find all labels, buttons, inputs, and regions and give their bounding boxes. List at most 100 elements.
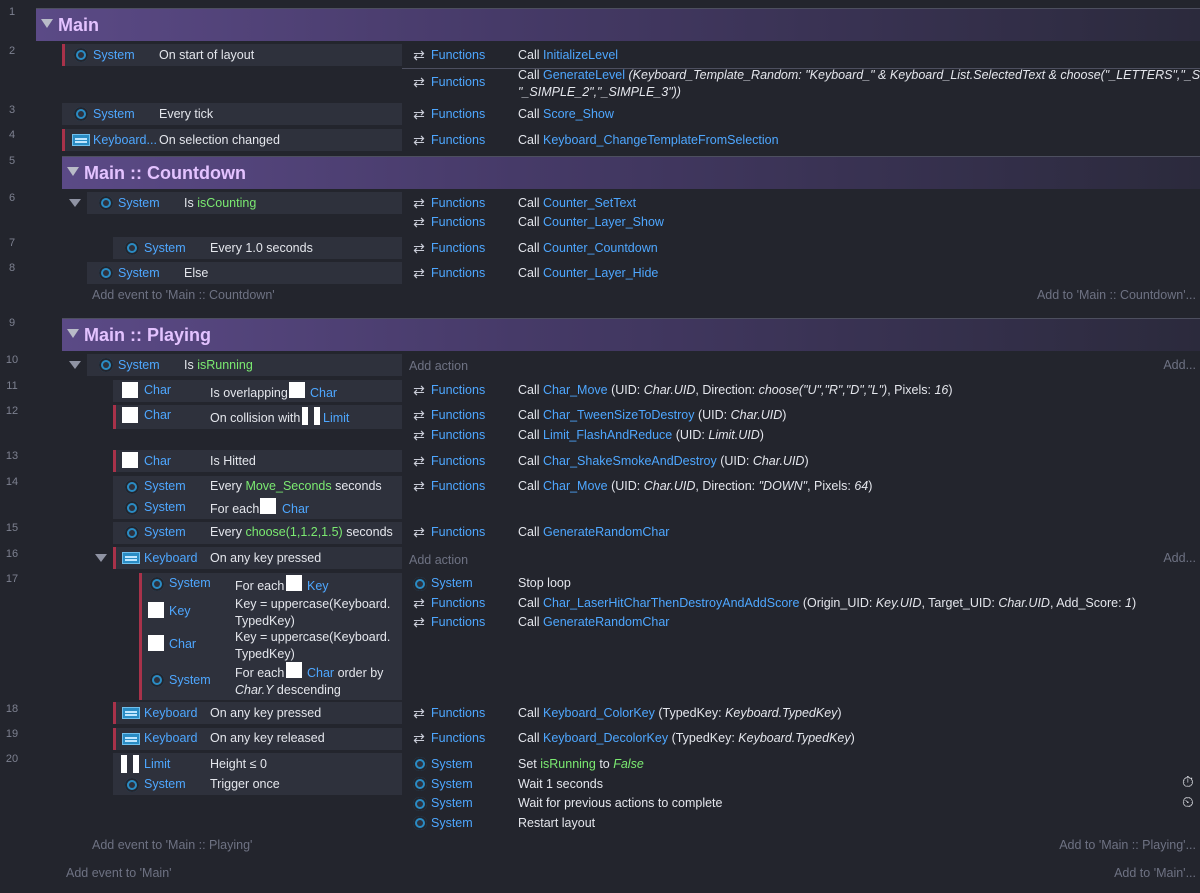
add-event-link[interactable]: Add event to 'Main :: Countdown' <box>92 288 275 302</box>
condition-text: Is Hitted <box>210 454 256 468</box>
collapse-arrow-icon[interactable] <box>67 329 79 338</box>
object-name: System <box>431 816 473 830</box>
keyboard-icon <box>122 707 140 719</box>
collapse-arrow-icon[interactable] <box>41 19 53 28</box>
action-text[interactable]: Call Counter_SetText <box>518 196 636 210</box>
line-number: 2 <box>8 45 16 57</box>
object-name: System <box>144 777 186 791</box>
object-name: Key <box>307 579 329 593</box>
object-name: Functions <box>431 454 486 468</box>
object-name: System <box>118 196 160 210</box>
object-name: Functions <box>431 615 486 629</box>
gear-icon <box>74 48 88 62</box>
add-event-link[interactable]: Add event to 'Main :: Playing' <box>92 838 252 852</box>
add-action-link[interactable]: Add action <box>409 359 468 373</box>
action-text[interactable]: Call Limit_FlashAndReduce (UID: Limit.UI… <box>518 428 764 442</box>
gear-icon <box>413 777 427 791</box>
add-action-link[interactable]: Add action <box>409 553 468 567</box>
condition-text: Char order by <box>307 666 384 680</box>
add-to-group-link[interactable]: Add to 'Main :: Playing'... <box>1059 838 1196 852</box>
refresh-arrows-icon: ⇄ <box>413 478 425 494</box>
collapse-arrow-icon[interactable] <box>69 361 81 369</box>
keyboard-icon <box>122 733 140 745</box>
line-number: 18 <box>5 703 19 715</box>
action-text[interactable]: Call Keyboard_DecolorKey (TypedKey: Keyb… <box>518 731 855 745</box>
action-text[interactable]: Call GenerateLevel (Keyboard_Template_Ra… <box>518 68 1200 82</box>
condition-text-cont: Char.Y descending <box>235 683 341 697</box>
action-text[interactable]: Stop loop <box>518 576 571 590</box>
object-name: System <box>169 576 211 590</box>
action-text[interactable]: Call Score_Show <box>518 107 614 121</box>
line-number: 3 <box>8 104 16 116</box>
add-link[interactable]: Add... <box>1163 358 1196 372</box>
condition-text: Every 1.0 seconds <box>210 241 313 255</box>
condition-text: Is isCounting <box>184 196 257 210</box>
action-text[interactable]: Wait for previous actions to complete <box>518 796 723 810</box>
action-text[interactable]: Restart layout <box>518 816 595 830</box>
collapse-arrow-icon[interactable] <box>67 167 79 176</box>
condition-text: On collision with <box>210 411 301 425</box>
condition-text: For each <box>210 502 260 516</box>
object-name: Limit <box>323 411 350 425</box>
action-text[interactable]: Call Char_LaserHitCharThenDestroyAndAddS… <box>518 596 1136 610</box>
action-text[interactable]: Call GenerateRandomChar <box>518 615 669 629</box>
line-number: 12 <box>5 405 19 417</box>
sprite-icon <box>286 575 302 591</box>
sprite-icon <box>121 755 127 773</box>
refresh-arrows-icon: ⇄ <box>413 595 425 611</box>
group-header-main[interactable]: Main <box>36 8 1200 41</box>
collapse-arrow-icon[interactable] <box>95 554 107 562</box>
action-text[interactable]: Call GenerateRandomChar <box>518 525 669 539</box>
add-link[interactable]: Add... <box>1163 551 1196 565</box>
object-name: System <box>144 241 186 255</box>
gear-icon <box>413 816 427 830</box>
sprite-icon <box>314 407 320 425</box>
gear-icon <box>125 501 139 515</box>
action-text[interactable]: Call Char_Move (UID: Char.UID, Direction… <box>518 479 872 493</box>
action-text[interactable]: Call Char_ShakeSmokeAndDestroy (UID: Cha… <box>518 454 809 468</box>
object-name: Functions <box>431 479 486 493</box>
action-text[interactable]: Call Char_Move (UID: Char.UID, Direction… <box>518 383 953 397</box>
line-number: 7 <box>8 237 16 249</box>
action-text[interactable]: Set isRunning to False <box>518 757 644 771</box>
action-text-cont: "_SIMPLE_2","_SIMPLE_3")) <box>518 85 681 99</box>
action-text[interactable]: Call Counter_Layer_Show <box>518 215 664 229</box>
condition-text: Every Move_Seconds seconds <box>210 479 382 493</box>
group-title: Main :: Countdown <box>84 163 246 183</box>
action-text[interactable]: Call Counter_Layer_Hide <box>518 266 658 280</box>
gear-icon <box>413 577 427 591</box>
collapse-arrow-icon[interactable] <box>69 199 81 207</box>
action-text[interactable]: Call Counter_Countdown <box>518 241 658 255</box>
action-text[interactable]: Call Char_TweenSizeToDestroy (UID: Char.… <box>518 408 786 422</box>
action-text[interactable]: Wait 1 seconds <box>518 777 603 791</box>
keyboard-icon <box>72 134 90 146</box>
refresh-arrows-icon: ⇄ <box>413 47 425 63</box>
object-name: System <box>93 48 135 62</box>
line-number: 20 <box>5 753 19 765</box>
add-to-group-link[interactable]: Add to 'Main :: Countdown'... <box>1037 288 1196 302</box>
object-name: Functions <box>431 241 486 255</box>
object-name: Functions <box>431 133 486 147</box>
condition-text: Else <box>184 266 209 280</box>
sprite-icon <box>302 407 308 425</box>
line-number: 5 <box>8 155 16 167</box>
gear-icon <box>74 107 88 121</box>
group-header-playing[interactable]: Main :: Playing <box>62 318 1200 351</box>
object-name: Functions <box>431 525 486 539</box>
line-number: 4 <box>8 129 16 141</box>
condition-text: Is overlapping <box>210 386 288 400</box>
condition-text: Trigger once <box>210 777 280 791</box>
stopwatch-icon: ⏱ <box>1182 774 1194 791</box>
action-text[interactable]: Call InitializeLevel <box>518 48 618 62</box>
refresh-arrows-icon: ⇄ <box>413 614 425 630</box>
group-header-countdown[interactable]: Main :: Countdown <box>62 156 1200 189</box>
condition-text: On selection changed <box>159 133 280 147</box>
condition-text-cont: TypedKey) <box>235 614 295 628</box>
add-event-link[interactable]: Add event to 'Main' <box>66 866 172 880</box>
object-name: Functions <box>431 75 486 89</box>
add-to-group-link[interactable]: Add to 'Main'... <box>1114 866 1196 880</box>
action-text[interactable]: Call Keyboard_ColorKey (TypedKey: Keyboa… <box>518 706 842 720</box>
gear-icon <box>125 241 139 255</box>
line-number: 10 <box>5 354 19 366</box>
action-text[interactable]: Call Keyboard_ChangeTemplateFromSelectio… <box>518 133 779 147</box>
